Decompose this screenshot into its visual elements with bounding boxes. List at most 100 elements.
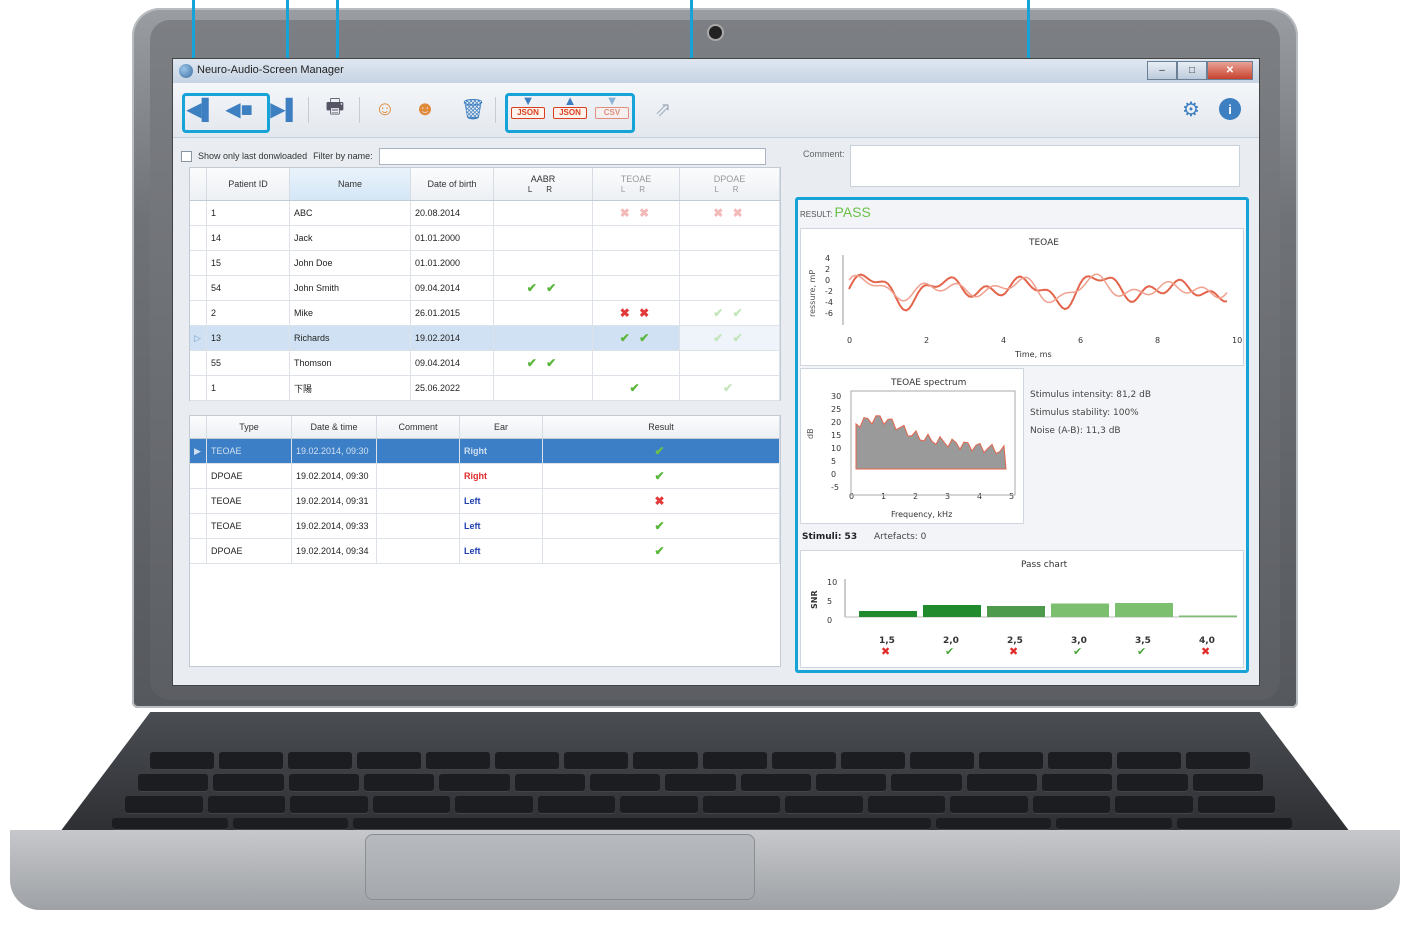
pass-ylabel: SNR xyxy=(810,590,819,609)
cell-name: Thomson xyxy=(289,350,411,376)
table-row[interactable]: DPOAE 19.02.2014, 09:30 Right ✔ xyxy=(190,463,780,489)
teoae-xlabel: Time, ms xyxy=(1014,350,1052,359)
cross-icon: ✖ xyxy=(1009,645,1018,658)
result-panel: RESULT: PASS TEOAE ressure, mP 4 2 0 -2 -4 -6… xyxy=(795,197,1249,673)
title-bar: Neuro-Audio-Screen Manager – □ ✕ xyxy=(173,59,1259,83)
add-patient-icon[interactable]: ☺ xyxy=(371,95,399,123)
table-row[interactable]: 14 Jack 01.01.2000 xyxy=(190,225,780,251)
table-row[interactable]: DPOAE 19.02.2014, 09:34 Left ✔ xyxy=(190,538,780,564)
teoae-x-tick: 10 xyxy=(1232,336,1242,345)
callout-line xyxy=(286,0,289,62)
send-icon[interactable]: ⇗ xyxy=(649,95,677,123)
table-row[interactable]: ▷ 13 Richards 19.02.2014 ✔ ✔ ✔ ✔ xyxy=(190,325,780,351)
lr-label: L R xyxy=(527,185,559,194)
result-label: RESULT: xyxy=(800,210,833,219)
row-indicator xyxy=(190,250,207,276)
maximize-button[interactable]: □ xyxy=(1177,61,1207,80)
col-teoae[interactable]: TEOAE L R xyxy=(592,168,680,201)
col-patient-id[interactable]: Patient ID xyxy=(206,168,290,201)
cell-dpoae: ✖ ✖ xyxy=(679,200,780,226)
upload-to-device-icon[interactable]: ▶▌ xyxy=(270,95,300,123)
spectrum-y-tick: 5 xyxy=(831,457,836,466)
col-aabr[interactable]: AABR L R xyxy=(493,168,593,201)
cell-dpoae xyxy=(679,250,780,276)
teoae-title: TEOAE xyxy=(1028,238,1059,248)
cell-ear: Right xyxy=(459,438,543,464)
cell-teoae xyxy=(592,250,680,276)
pass-bar xyxy=(1115,603,1173,617)
window-controls: – □ ✕ xyxy=(1147,61,1253,80)
table-row[interactable]: 15 John Doe 01.01.2000 xyxy=(190,250,780,276)
table-row[interactable]: 54 John Smith 09.04.2014 ✔ ✔ xyxy=(190,275,780,301)
cell-name: Mike xyxy=(289,300,411,326)
cell-dpoae xyxy=(679,225,780,251)
cell-name: Jack xyxy=(289,225,411,251)
teoae-y-tick: 4 xyxy=(825,254,830,263)
comment-field[interactable] xyxy=(850,145,1240,187)
pass-bar xyxy=(859,611,917,617)
spectrum-y-tick: 30 xyxy=(831,392,841,401)
cell-type: DPOAE xyxy=(206,463,292,489)
table-row[interactable]: 55 Thomson 09.04.2014 ✔ ✔ xyxy=(190,350,780,376)
table-row[interactable]: ▶ TEOAE 19.02.2014, 09:30 Right ✔ xyxy=(190,438,780,464)
col-result[interactable]: Result xyxy=(542,416,780,439)
cell-teoae: ✖ ✖ xyxy=(592,200,680,226)
filter-input[interactable] xyxy=(378,147,766,165)
cell-comment xyxy=(376,538,460,564)
col-type[interactable]: Type xyxy=(206,416,292,439)
table-row[interactable]: 1 ABC 20.08.2014 ✖ ✖ ✖ ✖ xyxy=(190,200,780,226)
settings-icon[interactable]: ⚙ xyxy=(1177,95,1205,123)
minimize-button[interactable]: – xyxy=(1147,61,1177,80)
cell-name: Richards xyxy=(289,325,411,351)
row-indicator: ▶ xyxy=(190,438,207,464)
cell-aabr xyxy=(493,225,593,251)
spectrum-y-tick: 10 xyxy=(831,444,841,453)
cell-teoae xyxy=(592,225,680,251)
spectrum-x-tick: 4 xyxy=(977,492,982,501)
spectrum-chart: TEOAE spectrum dB 30 25 20 15 10 5 0 -5 0 1 2 3 4 5 F… xyxy=(806,378,1016,519)
pass-y-tick: 10 xyxy=(827,578,837,587)
spectrum-y-tick: -5 xyxy=(831,483,839,492)
print-icon[interactable]: 🖶 xyxy=(321,95,349,123)
cell-ear: Left xyxy=(459,538,543,564)
keyboard-row xyxy=(112,818,1292,830)
cell-dob: 09.04.2014 xyxy=(410,350,494,376)
teoae-ylabel: ressure, mP xyxy=(808,270,817,317)
col-comment[interactable]: Comment xyxy=(376,416,460,439)
table-row[interactable]: TEOAE 19.02.2014, 09:33 Left ✔ xyxy=(190,513,780,539)
row-indicator: ▷ xyxy=(190,325,207,351)
table-row[interactable]: 1 下陽 25.06.2022 ✔ ✔ xyxy=(190,375,780,401)
pass-bar xyxy=(987,606,1045,617)
cell-dob: 19.02.2014 xyxy=(410,325,494,351)
keyboard-row xyxy=(125,796,1275,814)
col-dob[interactable]: Date of birth xyxy=(410,168,494,201)
pass-y-tick: 5 xyxy=(827,597,832,606)
cell-patient-id: 1 xyxy=(206,375,290,401)
toolbar-separator xyxy=(495,97,496,123)
info-icon[interactable]: i xyxy=(1219,98,1241,120)
cell-type: DPOAE xyxy=(206,538,292,564)
cell-aabr: ✔ ✔ xyxy=(493,275,593,301)
row-indicator xyxy=(190,375,207,401)
col-dpoae[interactable]: DPOAE L R xyxy=(679,168,780,201)
cell-result: ✔ xyxy=(542,438,780,464)
cell-patient-id: 54 xyxy=(206,275,290,301)
lr-label: L R xyxy=(620,185,652,194)
result-value: PASS xyxy=(834,204,871,220)
teoae-y-tick: 0 xyxy=(825,276,830,285)
teoae-y-tick: -4 xyxy=(825,298,833,307)
table-row[interactable]: 2 Mike 26.01.2015 ✖ ✖ ✔ ✔ xyxy=(190,300,780,326)
cell-aabr xyxy=(493,200,593,226)
edit-patient-icon[interactable]: ☻ xyxy=(411,95,439,123)
delete-icon[interactable]: 🗑 xyxy=(459,95,487,123)
col-datetime[interactable]: Date & time xyxy=(291,416,377,439)
close-button[interactable]: ✕ xyxy=(1207,61,1253,80)
col-name[interactable]: Name xyxy=(289,168,411,201)
cell-patient-id: 13 xyxy=(206,325,290,351)
table-row[interactable]: TEOAE 19.02.2014, 09:31 Left ✖ xyxy=(190,488,780,514)
toolbar-separator xyxy=(308,97,309,123)
col-ear[interactable]: Ear xyxy=(459,416,543,439)
show-last-checkbox[interactable] xyxy=(181,150,192,162)
teoae-y-tick: -6 xyxy=(825,309,833,318)
cell-name: 下陽 xyxy=(289,375,411,401)
